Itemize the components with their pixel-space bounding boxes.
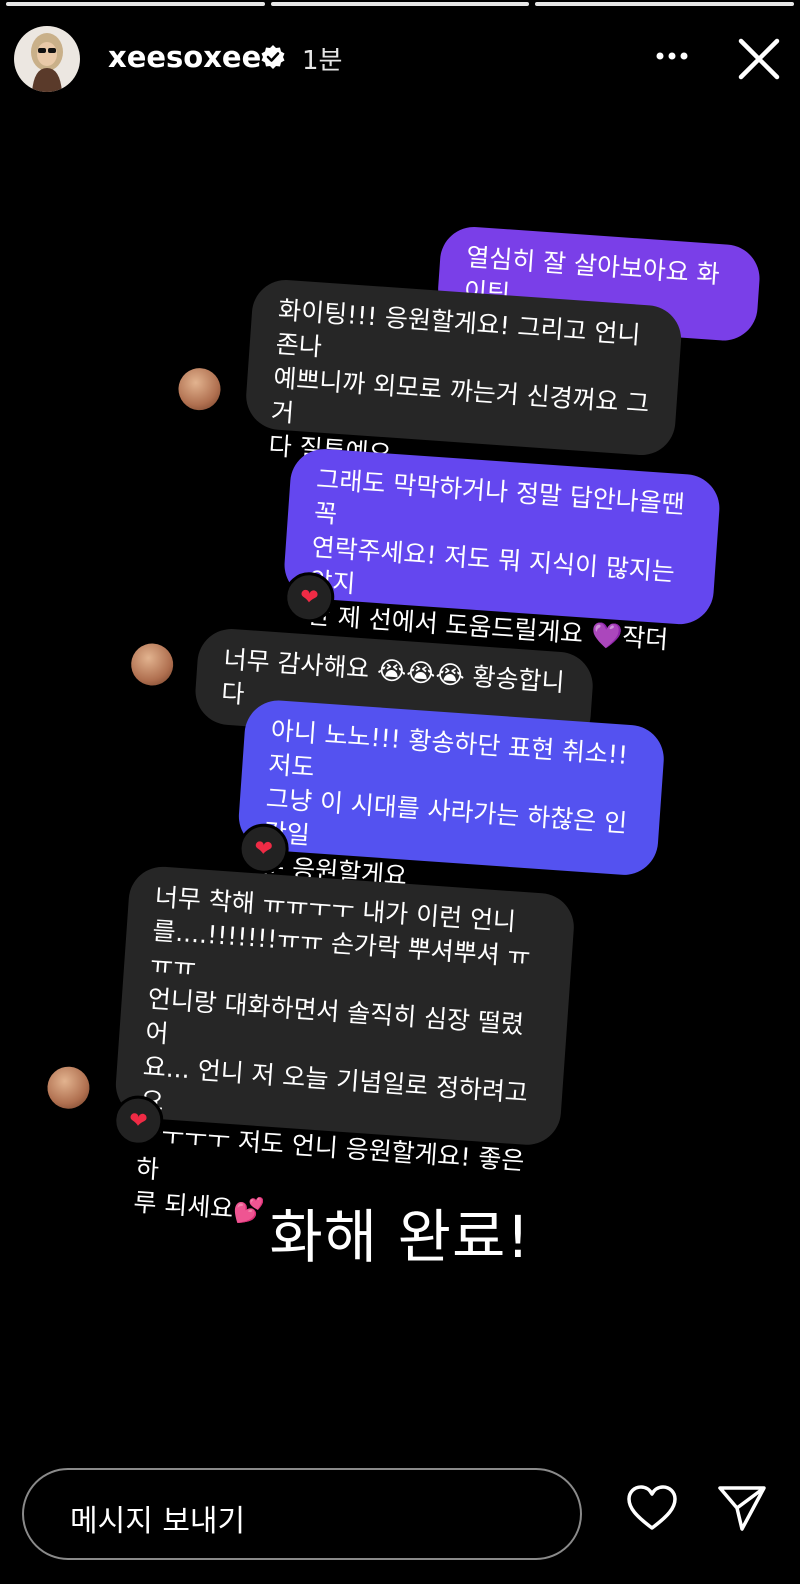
username[interactable]: xeesoxee bbox=[108, 40, 261, 74]
story-progress bbox=[6, 2, 795, 6]
progress-segment bbox=[535, 2, 795, 6]
message-bubble: 그래도 막막하거나 정말 답안나올땐 꼭 연락주세요! 저도 뭐 지식이 많지는… bbox=[282, 446, 722, 666]
participant-avatar bbox=[46, 1065, 91, 1111]
message-bubble: 너무 착해 ㅠㅠㅜㅜ 내가 이런 언니 를....!!!!!!!ㅠㅠ 손가락 뿌… bbox=[113, 864, 577, 1226]
send-message-input[interactable]: 메시지 보내기 bbox=[22, 1468, 582, 1560]
participant-avatar bbox=[177, 366, 222, 412]
story-caption: 화해 완료! bbox=[269, 1203, 531, 1271]
verified-badge-icon bbox=[261, 45, 285, 69]
message-bubble: 화이팅!!! 응원할게요! 그리고 언니 존나 예쁘니까 외모로 까는거 신경꺼… bbox=[243, 277, 684, 469]
dm-screenshot: 열심히 잘 살아보아요 화이팅 화이팅!!! 응원할게요! 그리고 언니 존나 … bbox=[0, 163, 800, 1226]
close-icon[interactable] bbox=[734, 34, 784, 84]
send-icon[interactable] bbox=[716, 1482, 768, 1534]
post-time: 1분 bbox=[302, 46, 343, 76]
heart-icon[interactable] bbox=[626, 1484, 678, 1532]
message-bubble: 아니 노노!!! 황송하단 표현 취소!! 저도 그냥 이 시대를 사라가는 하… bbox=[236, 698, 667, 891]
story-header: xeesoxee 1분 bbox=[0, 18, 800, 102]
profile-avatar[interactable] bbox=[14, 26, 80, 92]
message-placeholder: 메시지 보내기 bbox=[70, 1504, 246, 1539]
more-options-icon[interactable] bbox=[650, 38, 694, 74]
progress-segment bbox=[6, 2, 265, 6]
participant-avatar bbox=[129, 642, 175, 687]
progress-segment bbox=[270, 2, 530, 6]
